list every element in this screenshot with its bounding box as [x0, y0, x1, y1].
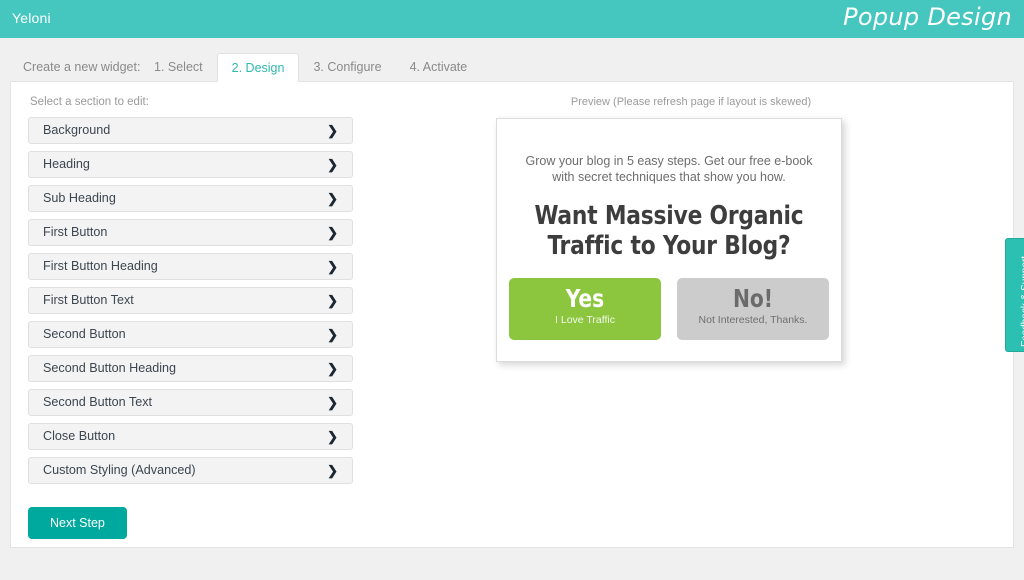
section-label: Second Button Text — [43, 390, 152, 415]
popup-second-button[interactable]: No! Not Interested, Thanks. — [677, 278, 829, 340]
chevron-right-icon: ❯ — [327, 220, 338, 245]
sidebar-item-second-button[interactable]: Second Button ❯ — [28, 321, 353, 348]
popup-second-button-text: Not Interested, Thanks. — [677, 313, 829, 328]
feedback-support-tab[interactable]: Feedback & Support — [1005, 238, 1024, 352]
top-header-bar: Yeloni Popup Design — [0, 0, 1024, 38]
sidebar-item-second-button-heading[interactable]: Second Button Heading ❯ — [28, 355, 353, 382]
preview-column: Preview (Please refresh page if layout i… — [411, 96, 971, 118]
section-label: Background — [43, 118, 110, 143]
chevron-right-icon: ❯ — [327, 458, 338, 483]
wizard-label: Create a new widget: — [23, 60, 140, 74]
main-panel: Select a section to edit: Background ❯ H… — [10, 81, 1014, 548]
chevron-right-icon: ❯ — [327, 390, 338, 415]
chevron-right-icon: ❯ — [327, 186, 338, 211]
tab-design[interactable]: 2. Design — [217, 53, 300, 82]
preview-note: Preview (Please refresh page if layout i… — [411, 96, 971, 108]
next-step-button[interactable]: Next Step — [28, 507, 127, 539]
feedback-support-label: Feedback & Support — [1020, 256, 1024, 347]
section-label: First Button Heading — [43, 254, 158, 279]
section-list-hint: Select a section to edit: — [28, 96, 353, 108]
chevron-right-icon: ❯ — [327, 288, 338, 313]
tab-activate[interactable]: 4. Activate — [396, 52, 482, 82]
sidebar-item-sub-heading[interactable]: Sub Heading ❯ — [28, 185, 353, 212]
chevron-right-icon: ❯ — [327, 152, 338, 177]
section-label: First Button Text — [43, 288, 134, 313]
sidebar-item-second-button-text[interactable]: Second Button Text ❯ — [28, 389, 353, 416]
tab-select[interactable]: 1. Select — [140, 52, 217, 82]
section-label: Second Button — [43, 322, 126, 347]
sidebar-item-first-button[interactable]: First Button ❯ — [28, 219, 353, 246]
chevron-right-icon: ❯ — [327, 322, 338, 347]
wizard-tabs: 1. Select 2. Design 3. Configure 4. Acti… — [140, 38, 481, 82]
sidebar-item-heading[interactable]: Heading ❯ — [28, 151, 353, 178]
section-label: Close Button — [43, 424, 115, 449]
popup-heading: Want Massive Organic Traffic to Your Blo… — [520, 201, 818, 261]
page-title: Popup Design — [843, 3, 1012, 31]
sidebar-item-first-button-heading[interactable]: First Button Heading ❯ — [28, 253, 353, 280]
chevron-right-icon: ❯ — [327, 356, 338, 381]
popup-first-button-heading: Yes — [517, 284, 654, 313]
chevron-right-icon: ❯ — [327, 118, 338, 143]
chevron-right-icon: ❯ — [327, 254, 338, 279]
section-editor-column: Select a section to edit: Background ❯ H… — [28, 96, 353, 539]
tab-configure[interactable]: 3. Configure — [299, 52, 395, 82]
section-label: Custom Styling (Advanced) — [43, 458, 196, 483]
section-label: Second Button Heading — [43, 356, 176, 381]
popup-sub-heading: Grow your blog in 5 easy steps. Get our … — [525, 153, 813, 185]
chevron-right-icon: ❯ — [327, 424, 338, 449]
section-label: First Button — [43, 220, 107, 245]
section-label: Heading — [43, 152, 90, 177]
popup-first-button-text: I Love Traffic — [509, 313, 661, 328]
popup-second-button-heading: No! — [685, 284, 822, 313]
sidebar-item-background[interactable]: Background ❯ — [28, 117, 353, 144]
sidebar-item-custom-styling[interactable]: Custom Styling (Advanced) ❯ — [28, 457, 353, 484]
popup-first-button[interactable]: Yes I Love Traffic — [509, 278, 661, 340]
section-list: Background ❯ Heading ❯ Sub Heading ❯ Fir… — [28, 117, 353, 484]
sidebar-item-close-button[interactable]: Close Button ❯ — [28, 423, 353, 450]
sidebar-item-first-button-text[interactable]: First Button Text ❯ — [28, 287, 353, 314]
section-label: Sub Heading — [43, 186, 116, 211]
popup-button-row: Yes I Love Traffic No! Not Interested, T… — [497, 278, 841, 340]
popup-preview: Grow your blog in 5 easy steps. Get our … — [496, 118, 842, 362]
brand-logo[interactable]: Yeloni — [12, 10, 51, 26]
